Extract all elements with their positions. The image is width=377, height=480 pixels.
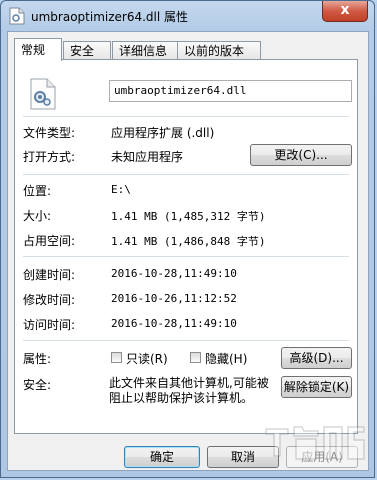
created-label: 创建时间: [23, 268, 76, 282]
divider [23, 256, 349, 257]
modified-value: 2016-10-26,11:12:52 [111, 292, 237, 305]
opens-with-value: 未知应用程序 [111, 150, 184, 164]
file-type-label: 文件类型: [23, 126, 76, 140]
advanced-button[interactable]: 高级(D)... [281, 347, 352, 369]
security-label: 安全: [23, 378, 52, 392]
accessed-label: 访问时间: [23, 318, 76, 332]
size-on-disk-value: 1.41 MB (1,486,848 字节) [111, 235, 266, 248]
properties-window: umbraoptimizer64.dll 属性 x 常规 安全 详细信息 以前的… [0, 0, 375, 478]
ok-button[interactable]: 确定 [124, 446, 200, 468]
hidden-label[interactable]: 隐藏(H) [205, 350, 247, 367]
window-title: umbraoptimizer64.dll 属性 [31, 10, 189, 24]
location-value: E:\ [111, 183, 131, 196]
dll-file-icon [29, 78, 57, 110]
security-warning-text: 此文件来自其他计算机,可能被阻止以帮助保护该计算机。 [109, 376, 269, 405]
divider [23, 340, 349, 341]
created-value: 2016-10-28,11:49:10 [111, 267, 237, 280]
size-label: 大小: [23, 209, 52, 223]
tab-label: 常规 [21, 43, 46, 57]
readonly-label[interactable]: 只读(R) [126, 350, 168, 367]
tab-details[interactable]: 详细信息 [112, 41, 184, 60]
divider [23, 116, 349, 117]
close-button[interactable]: x [322, 1, 368, 22]
size-value: 1.41 MB (1,485,312 字节) [111, 210, 266, 223]
watermark-logo [265, 426, 365, 460]
tab-security[interactable]: 安全 [63, 41, 111, 60]
modified-label: 修改时间: [23, 293, 76, 307]
size-on-disk-label: 占用空间: [23, 234, 76, 248]
attributes-label: 属性: [23, 352, 52, 366]
dialog-client: 常规 安全 详细信息 以前的版本 umbraoptimizer64.dll 文件… [7, 31, 369, 471]
tab-label: 详细信息 [119, 44, 168, 58]
tab-label: 以前的版本 [184, 44, 245, 58]
file-name-field[interactable]: umbraoptimizer64.dll [109, 80, 352, 102]
divider [23, 174, 349, 175]
opens-with-label: 打开方式: [23, 150, 76, 164]
change-button[interactable]: 更改(C)... [250, 144, 352, 166]
title-bar[interactable]: umbraoptimizer64.dll 属性 x [1, 1, 374, 31]
tab-general[interactable]: 常规 [14, 38, 62, 61]
hidden-checkbox[interactable] [190, 352, 201, 363]
accessed-value: 2016-10-28,11:49:10 [111, 317, 237, 330]
unblock-button[interactable]: 解除锁定(K) [281, 376, 352, 398]
close-icon: x [340, 2, 350, 18]
location-label: 位置: [23, 184, 52, 198]
tab-label: 安全 [70, 44, 95, 58]
tab-previous-versions[interactable]: 以前的版本 [177, 41, 261, 60]
file-icon [9, 7, 25, 25]
general-panel: umbraoptimizer64.dll 文件类型: 应用程序扩展 (.dll)… [14, 59, 358, 434]
readonly-checkbox[interactable] [111, 352, 122, 363]
file-type-value: 应用程序扩展 (.dll) [111, 126, 215, 140]
